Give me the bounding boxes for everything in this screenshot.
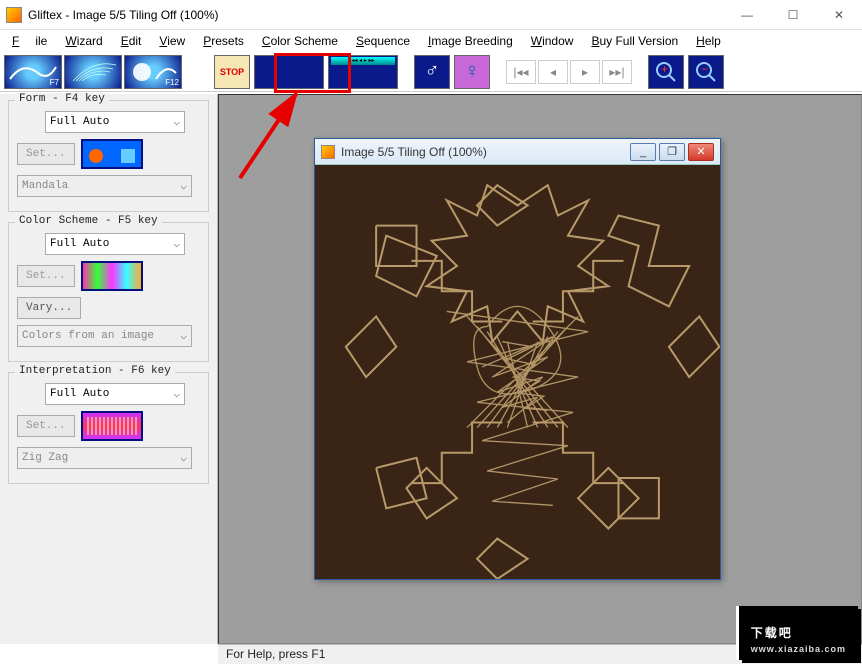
interp-preset-select[interactable]: Zig Zag	[17, 447, 192, 469]
menu-sequence[interactable]: Sequence	[348, 32, 418, 50]
image-window-icon	[321, 145, 335, 159]
image-window: Image 5/5 Tiling Off (100%) _ ❐ ✕	[314, 138, 721, 580]
minimize-button[interactable]: —	[724, 0, 770, 30]
preset-f12-button[interactable]: F12	[124, 55, 182, 89]
form-mode-select[interactable]: Full Auto	[45, 111, 185, 133]
image-canvas	[315, 165, 720, 579]
nav-prev-button[interactable]: ◂	[538, 60, 568, 84]
svg-text:+: +	[661, 62, 668, 76]
app-icon	[6, 7, 22, 23]
window-title: Gliftex - Image 5/5 Tiling Off (100%)	[28, 8, 724, 22]
zoom-out-button[interactable]: −	[688, 55, 724, 89]
zoom-in-button[interactable]: +	[648, 55, 684, 89]
sequence-strip-button[interactable]: ◂◂ ◂ ▸ ▸▸	[328, 55, 398, 89]
svg-text:−: −	[701, 62, 708, 76]
tile-3-button[interactable]	[254, 55, 324, 89]
interp-set-button[interactable]: Set...	[17, 415, 75, 437]
close-button[interactable]: ✕	[816, 0, 862, 30]
mdi-canvas-area: Image 5/5 Tiling Off (100%) _ ❐ ✕	[218, 94, 862, 644]
toolbar: F7 F12 STOP ◂◂ ◂ ▸ ▸▸ ♂ ♀ |◂◂ ◂ ▸ ▸▸| + …	[0, 52, 862, 92]
nav-first-button[interactable]: |◂◂	[506, 60, 536, 84]
nav-last-button[interactable]: ▸▸|	[602, 60, 632, 84]
form-set-button[interactable]: Set...	[17, 143, 75, 165]
menu-wizard[interactable]: Wizard	[57, 32, 110, 50]
color-vary-button[interactable]: Vary...	[17, 297, 81, 319]
image-minimize-button[interactable]: _	[630, 143, 656, 161]
status-help-text: For Help, press F1	[226, 647, 325, 661]
statusbar: For Help, press F1	[218, 644, 862, 664]
maximize-button[interactable]: ☐	[770, 0, 816, 30]
menu-view[interactable]: View	[151, 32, 193, 50]
menu-image-breeding[interactable]: Image Breeding	[420, 32, 521, 50]
preset-f7-button[interactable]: F7	[4, 55, 62, 89]
color-mode-select[interactable]: Full Auto	[45, 233, 185, 255]
color-preview-swatch	[81, 261, 143, 291]
sidebar: Form - F4 key Full Auto Set... Mandala C…	[0, 94, 218, 644]
interp-mode-select[interactable]: Full Auto	[45, 383, 185, 405]
titlebar: Gliftex - Image 5/5 Tiling Off (100%) — …	[0, 0, 862, 30]
menu-file[interactable]: File	[4, 32, 55, 50]
form-preview-swatch	[81, 139, 143, 169]
image-close-button[interactable]: ✕	[688, 143, 714, 161]
female-button[interactable]: ♀	[454, 55, 490, 89]
color-preset-select[interactable]: Colors from an image	[17, 325, 192, 347]
menu-presets[interactable]: Presets	[195, 32, 252, 50]
stop-button[interactable]: STOP	[214, 55, 250, 89]
form-group-title: Form - F4 key	[15, 93, 109, 105]
menu-edit[interactable]: Edit	[113, 32, 150, 50]
menu-buy-full[interactable]: Buy Full Version	[583, 32, 686, 50]
color-group-title: Color Scheme - F5 key	[15, 215, 162, 227]
color-set-button[interactable]: Set...	[17, 265, 75, 287]
preset-feather-button[interactable]	[64, 55, 122, 89]
color-scheme-group: Color Scheme - F5 key Full Auto Set... V…	[8, 222, 209, 362]
image-window-titlebar[interactable]: Image 5/5 Tiling Off (100%) _ ❐ ✕	[315, 139, 720, 165]
image-window-title: Image 5/5 Tiling Off (100%)	[341, 145, 627, 159]
male-button[interactable]: ♂	[414, 55, 450, 89]
menu-help[interactable]: Help	[688, 32, 729, 50]
form-group: Form - F4 key Full Auto Set... Mandala	[8, 100, 209, 212]
form-preset-select[interactable]: Mandala	[17, 175, 192, 197]
interpretation-group: Interpretation - F6 key Full Auto Set...…	[8, 372, 209, 484]
interp-group-title: Interpretation - F6 key	[15, 365, 175, 377]
menubar: File Wizard Edit View Presets Color Sche…	[0, 30, 862, 52]
nav-next-button[interactable]: ▸	[570, 60, 600, 84]
menu-window[interactable]: Window	[523, 32, 582, 50]
interp-preview-swatch	[81, 411, 143, 441]
menu-color-scheme[interactable]: Color Scheme	[254, 32, 346, 50]
image-maximize-button[interactable]: ❐	[659, 143, 685, 161]
